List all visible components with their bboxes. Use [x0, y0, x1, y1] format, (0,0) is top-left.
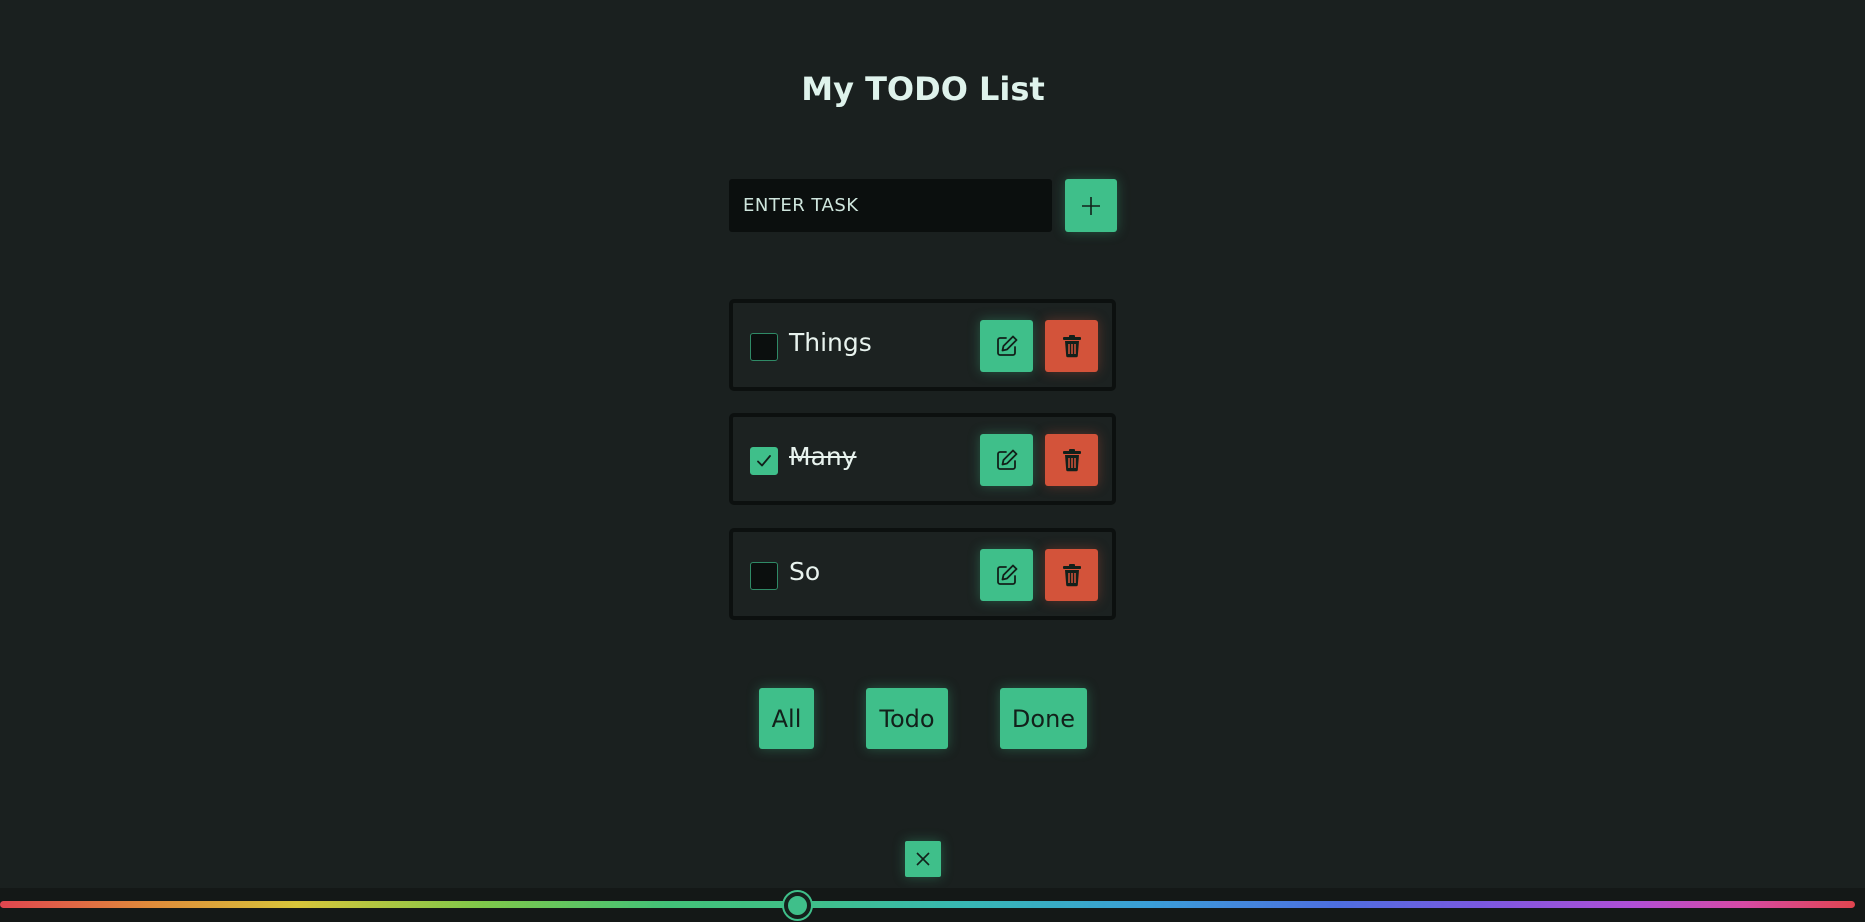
- edit-button[interactable]: [980, 320, 1033, 372]
- filter-done-button[interactable]: Done: [1000, 688, 1087, 749]
- hue-slider-bar[interactable]: [0, 901, 1855, 908]
- delete-button[interactable]: [1045, 434, 1098, 486]
- task-input[interactable]: [729, 179, 1052, 232]
- page-title: My TODO List: [801, 70, 1045, 108]
- trash-icon: [1061, 448, 1083, 472]
- todo-app: My TODO List Things: [0, 0, 1865, 922]
- edit-button[interactable]: [980, 549, 1033, 601]
- close-button[interactable]: [905, 841, 941, 877]
- trash-icon: [1061, 563, 1083, 587]
- todo-checkbox[interactable]: [750, 333, 778, 361]
- todo-item: So: [729, 528, 1116, 620]
- hue-slider-thumb[interactable]: [784, 892, 811, 919]
- filter-all-button[interactable]: All: [759, 688, 814, 749]
- todo-item: Many: [729, 413, 1116, 505]
- pencil-square-icon: [995, 563, 1019, 587]
- filter-todo-button[interactable]: Todo: [866, 688, 948, 749]
- checkmark-icon: [755, 452, 773, 470]
- plus-icon: [1080, 195, 1102, 217]
- pencil-square-icon: [995, 448, 1019, 472]
- pencil-square-icon: [995, 334, 1019, 358]
- todo-checkbox[interactable]: [750, 562, 778, 590]
- todo-label: Things: [789, 328, 872, 357]
- todo-item: Things: [729, 299, 1116, 391]
- add-task-button[interactable]: [1065, 179, 1117, 232]
- trash-icon: [1061, 334, 1083, 358]
- todo-label: So: [789, 557, 821, 586]
- edit-button[interactable]: [980, 434, 1033, 486]
- delete-button[interactable]: [1045, 549, 1098, 601]
- todo-checkbox[interactable]: [750, 447, 778, 475]
- todo-label: Many: [789, 442, 857, 471]
- delete-button[interactable]: [1045, 320, 1098, 372]
- x-icon: [915, 851, 931, 867]
